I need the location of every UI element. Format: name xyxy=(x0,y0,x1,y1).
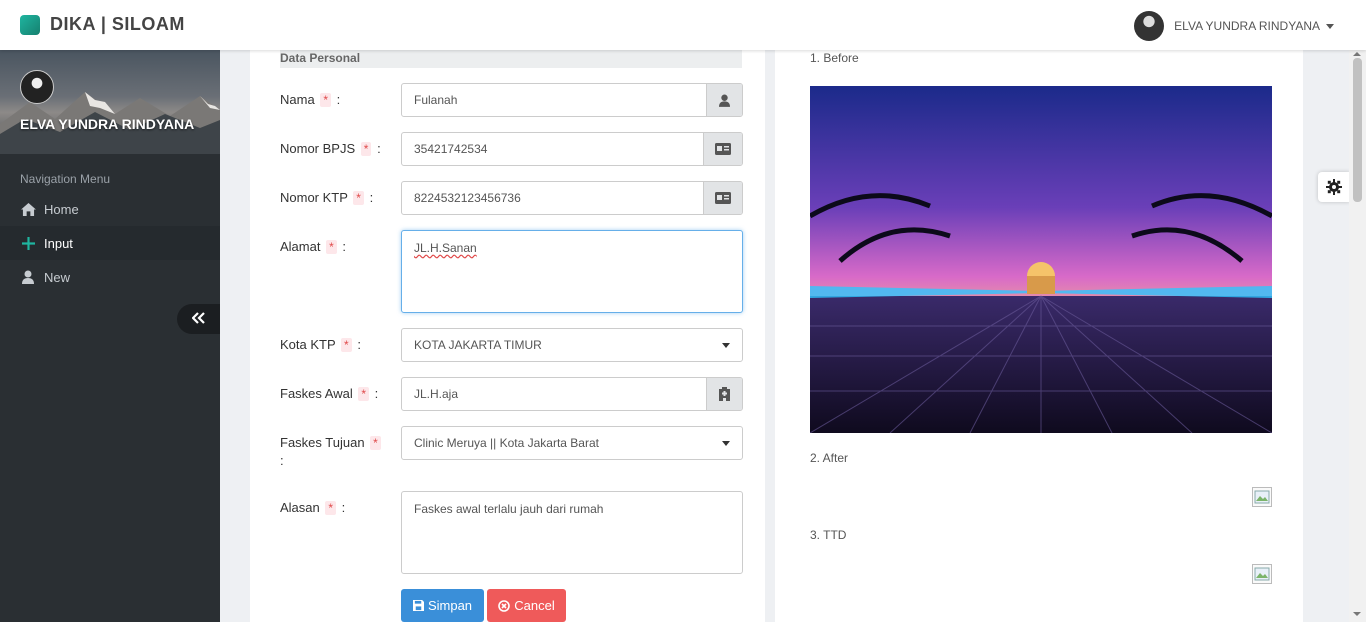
avatar xyxy=(1134,11,1165,41)
user-menu-dropdown[interactable]: ELVA YUNDRA RINDYANA xyxy=(1134,11,1334,41)
sidebar-item-new[interactable]: New xyxy=(0,260,220,294)
page-scrollbar[interactable] xyxy=(1349,50,1366,622)
section-title: Data Personal xyxy=(280,50,742,68)
nav-header: Navigation Menu xyxy=(20,172,111,186)
double-chevron-left-icon xyxy=(190,311,206,327)
ttd-label: 3. TTD xyxy=(810,528,847,542)
caret-down-icon xyxy=(722,342,730,348)
alamat-textarea[interactable]: JL.H.Sanan xyxy=(401,230,743,313)
before-image xyxy=(810,86,1272,433)
sidebar-item-input[interactable]: Input xyxy=(0,226,220,260)
image-panel: 1. Before 2. After 3. TTD xyxy=(775,50,1303,622)
top-navbar: DIKA | SILOAM ELVA YUNDRA RINDYANA xyxy=(0,0,1366,50)
caret-down-icon xyxy=(722,440,730,446)
nomor-ktp-input[interactable]: 8224532123456736 xyxy=(401,181,743,215)
sidebar-item-label: Input xyxy=(44,235,73,251)
caret-down-icon xyxy=(1326,23,1334,29)
id-card-icon xyxy=(703,182,742,214)
scroll-thumb[interactable] xyxy=(1353,58,1362,202)
main-content: Data Personal Nama * : Fulanah Nomor BPJ… xyxy=(220,50,1320,622)
field-label: Nomor BPJS * : xyxy=(280,141,381,156)
field-label: Nama * : xyxy=(280,92,341,107)
plus-icon xyxy=(20,235,36,251)
user-name: ELVA YUNDRA RINDYANA xyxy=(1174,19,1320,33)
before-label: 1. Before xyxy=(810,51,859,65)
cancel-button[interactable]: Cancel xyxy=(487,589,566,622)
faskes-tujuan-select[interactable]: Clinic Meruya || Kota Jakarta Barat xyxy=(401,426,743,460)
scroll-down-icon[interactable] xyxy=(1353,612,1361,616)
after-label: 2. After xyxy=(810,451,849,465)
field-label: Faskes Awal * : xyxy=(280,386,379,401)
field-label: Nomor KTP * : xyxy=(280,190,374,205)
sidebar-item-label: New xyxy=(44,269,71,285)
save-button[interactable]: Simpan xyxy=(401,589,484,622)
alasan-textarea[interactable]: Faskes awal terlalu jauh dari rumah xyxy=(401,491,743,574)
field-label: Alamat * : xyxy=(280,239,347,254)
brand-logo xyxy=(20,14,40,35)
form-panel: Data Personal Nama * : Fulanah Nomor BPJ… xyxy=(250,50,765,622)
faskes-awal-input[interactable]: JL.H.aja xyxy=(401,377,743,411)
kota-ktp-select[interactable]: KOTA JAKARTA TIMUR xyxy=(401,328,743,362)
sidebar-item-label: Home xyxy=(44,201,79,217)
nomor-bpjs-input[interactable]: 35421742534 xyxy=(401,132,743,166)
sidebar: ELVA YUNDRA RINDYANA Navigation Menu Hom… xyxy=(0,50,220,622)
broken-image-icon xyxy=(1252,487,1272,507)
home-icon xyxy=(20,201,36,217)
broken-image-icon xyxy=(1252,564,1272,584)
sidebar-profile: ELVA YUNDRA RINDYANA xyxy=(0,50,220,154)
close-circle-icon xyxy=(498,599,511,612)
brand[interactable]: DIKA | SILOAM xyxy=(20,14,185,35)
field-label: Alasan * : xyxy=(280,500,346,515)
scroll-up-icon[interactable] xyxy=(1353,52,1361,56)
id-card-icon xyxy=(703,133,742,165)
settings-gear-button[interactable] xyxy=(1318,172,1350,202)
profile-avatar[interactable] xyxy=(20,70,54,104)
user-icon xyxy=(20,269,36,285)
user-icon xyxy=(706,84,742,116)
field-label: Kota KTP * : xyxy=(280,337,361,352)
collapse-sidebar-button[interactable] xyxy=(177,304,220,334)
hospital-icon xyxy=(706,378,742,410)
gear-icon xyxy=(1326,179,1342,195)
nama-input[interactable]: Fulanah xyxy=(401,83,743,117)
profile-name: ELVA YUNDRA RINDYANA xyxy=(20,116,195,132)
brand-title: DIKA | SILOAM xyxy=(50,14,185,34)
sidebar-item-home[interactable]: Home xyxy=(0,192,220,226)
field-label: Faskes Tujuan *: xyxy=(280,434,390,470)
save-icon xyxy=(412,600,424,611)
